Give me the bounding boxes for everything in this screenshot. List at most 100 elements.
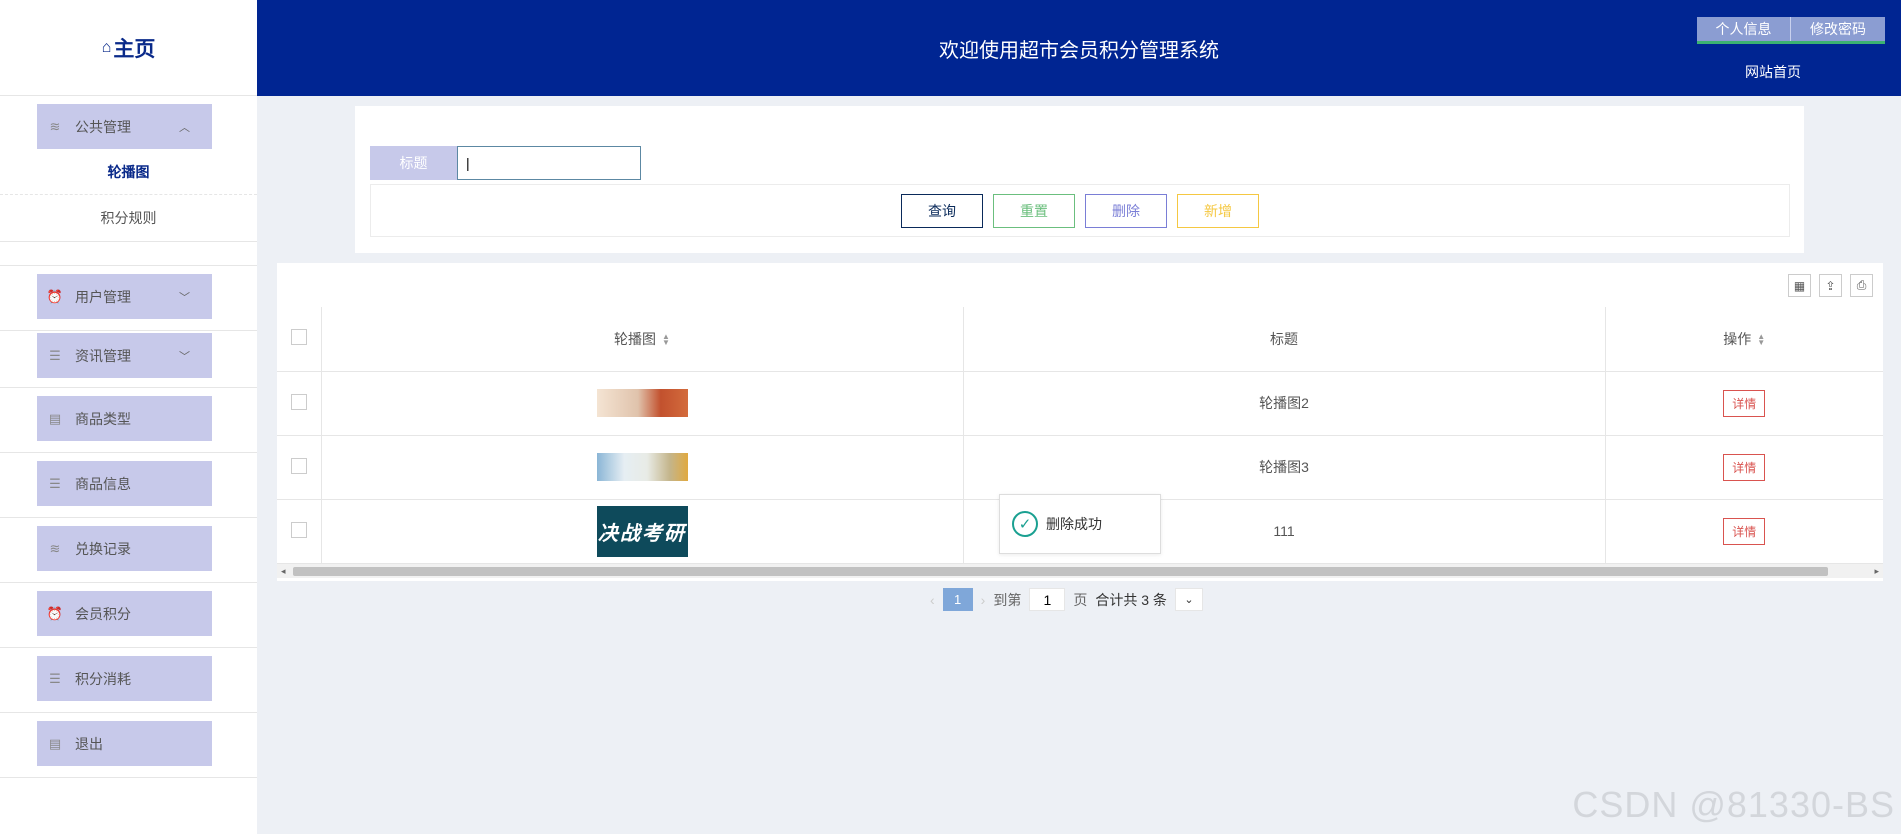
sidebar: ⌂ 主页 ≋ 公共管理 ︿ 轮播图 积分规则 ⏰ 用户管理 ﹀ ☰ 资讯管理 ﹀ …: [0, 0, 257, 834]
page-number-current[interactable]: 1: [942, 588, 973, 611]
alarm-icon: ⏰: [46, 288, 64, 304]
reset-button[interactable]: 重置: [993, 193, 1075, 228]
goto-page-input[interactable]: [1029, 588, 1066, 611]
delete-button[interactable]: 删除: [1085, 193, 1167, 228]
change-password-button[interactable]: 修改密码: [1791, 17, 1885, 41]
page-size-select[interactable]: ⌄: [1174, 588, 1203, 611]
column-header-title: 标题: [962, 307, 1605, 372]
menu-product-type[interactable]: ▤ 商品类型: [37, 396, 212, 441]
detail-button[interactable]: 详情: [1723, 389, 1766, 417]
row-checkbox[interactable]: [290, 457, 307, 474]
menu-news-management[interactable]: ☰ 资讯管理 ﹀: [37, 333, 212, 378]
list-icon: ☰: [49, 670, 61, 686]
scrollbar-thumb[interactable]: [293, 567, 1828, 576]
table-header-row: 轮播图 ▲ ▼ 标题 操作 ▲ ▼: [277, 307, 1883, 372]
scroll-right-icon[interactable]: ▸: [1874, 566, 1879, 577]
print-icon[interactable]: ⎙: [1850, 274, 1873, 297]
columns-icon[interactable]: ▦: [1788, 274, 1811, 297]
menu-label: 资讯管理: [75, 347, 131, 364]
carousel-thumbnail: 决战考研: [596, 505, 688, 557]
submenu-public: 轮播图 积分规则: [0, 149, 257, 242]
home-label: 主页: [113, 37, 156, 61]
sort-icon[interactable]: ▲ ▼: [1757, 333, 1765, 347]
select-all-cell: [277, 307, 321, 372]
success-toast: ✓ 删除成功: [999, 494, 1161, 554]
layers-icon: ≋: [49, 118, 61, 134]
menu-group-exchange: ≋ 兑换记录: [0, 518, 257, 583]
sort-icon[interactable]: ▲ ▼: [662, 333, 670, 347]
watermark: CSDN @81330-BS: [1572, 784, 1895, 825]
menu-exchange-records[interactable]: ≋ 兑换记录: [37, 526, 212, 571]
menu-group-member-points: ⏰ 会员积分: [0, 583, 257, 648]
submenu-item-carousel[interactable]: 轮播图: [0, 149, 257, 195]
row-select-cell: [277, 371, 321, 436]
chevron-up-icon: ︿: [179, 121, 190, 134]
title-cell: 轮播图2: [962, 371, 1605, 436]
menu-public-management[interactable]: ≋ 公共管理 ︿: [37, 104, 212, 149]
title-filter-label: 标题: [370, 146, 457, 180]
home-logo[interactable]: ⌂ 主页: [0, 0, 257, 96]
submenu-item-points-rules[interactable]: 积分规则: [0, 195, 257, 241]
column-header-action[interactable]: 操作 ▲ ▼: [1604, 307, 1883, 372]
menu-points-usage[interactable]: ☰ 积分消耗: [37, 656, 212, 701]
page-title: 欢迎使用超市会员积分管理系统: [939, 40, 1219, 62]
menu-group-news: ☰ 资讯管理 ﹀: [0, 331, 257, 388]
alarm-icon: ⏰: [46, 605, 64, 621]
column-header-image[interactable]: 轮播图 ▲ ▼: [320, 307, 963, 372]
menu-label: 商品信息: [75, 475, 131, 492]
column-label: 轮播图: [614, 330, 657, 347]
menu-label: 公共管理: [75, 118, 131, 135]
export-icon[interactable]: ⇪: [1819, 274, 1842, 297]
table-row: 轮播图2 详情: [277, 371, 1883, 436]
total-count: 合计共 3 条: [1095, 591, 1167, 608]
row-checkbox[interactable]: [290, 393, 307, 410]
menu-logout[interactable]: ▤ 退出: [37, 721, 212, 766]
title-filter-input[interactable]: [457, 146, 641, 180]
list-icon: ☰: [49, 347, 61, 363]
row-checkbox[interactable]: [290, 521, 307, 538]
prev-page-icon[interactable]: ‹: [930, 592, 935, 608]
detail-button[interactable]: 详情: [1723, 517, 1766, 545]
add-button[interactable]: 新增: [1177, 193, 1259, 228]
action-cell: 详情: [1604, 371, 1883, 436]
menu-label: 用户管理: [75, 288, 131, 305]
header-actions: 个人信息 修改密码: [1697, 17, 1885, 44]
profile-button[interactable]: 个人信息: [1697, 17, 1791, 41]
image-cell: [320, 435, 963, 500]
menu-group-logout: ▤ 退出: [0, 713, 257, 778]
image-cell: [320, 371, 963, 436]
row-select-cell: [277, 435, 321, 500]
chevron-down-icon: ﹀: [179, 350, 190, 363]
column-label: 操作: [1723, 330, 1752, 347]
menu-label: 兑换记录: [75, 540, 131, 557]
chevron-down-icon: ﹀: [179, 291, 190, 304]
layers-icon: ≋: [49, 540, 61, 556]
menu-label: 商品类型: [75, 410, 131, 427]
menu-group-users: ⏰ 用户管理 ﹀: [0, 266, 257, 331]
carousel-thumbnail: [596, 389, 688, 417]
menu-product-info[interactable]: ☰ 商品信息: [37, 461, 212, 506]
menu-group-product-info: ☰ 商品信息: [0, 453, 257, 518]
horizontal-scrollbar[interactable]: ◂ ▸: [277, 564, 1883, 578]
query-button[interactable]: 查询: [901, 193, 983, 228]
select-all-checkbox[interactable]: [290, 329, 307, 346]
search-panel: 标题 查询 重置 删除 新增: [355, 106, 1804, 253]
detail-button[interactable]: 详情: [1723, 453, 1766, 481]
header: 欢迎使用超市会员积分管理系统 个人信息 修改密码 网站首页: [257, 0, 1901, 96]
menu-group-public: ≋ 公共管理 ︿: [0, 96, 257, 149]
menu-label: 积分消耗: [75, 670, 131, 687]
menu-group-points-usage: ☰ 积分消耗: [0, 648, 257, 713]
action-cell: 详情: [1604, 499, 1883, 564]
scroll-left-icon[interactable]: ◂: [281, 566, 286, 577]
menu-member-points[interactable]: ⏰ 会员积分: [37, 591, 212, 636]
pagination: ‹ 1 › 到第 页 合计共 3 条 ⌄: [930, 588, 1203, 611]
check-circle-icon: ✓: [1012, 511, 1038, 537]
next-page-icon[interactable]: ›: [981, 592, 986, 608]
site-home-link[interactable]: 网站首页: [1745, 62, 1801, 82]
goto-prefix: 到第: [993, 591, 1022, 608]
divider: [0, 242, 257, 266]
table-row: 轮播图3 详情: [277, 435, 1883, 500]
action-cell: 详情: [1604, 435, 1883, 500]
menu-group-product-type: ▤ 商品类型: [0, 388, 257, 453]
menu-user-management[interactable]: ⏰ 用户管理 ﹀: [37, 274, 212, 319]
